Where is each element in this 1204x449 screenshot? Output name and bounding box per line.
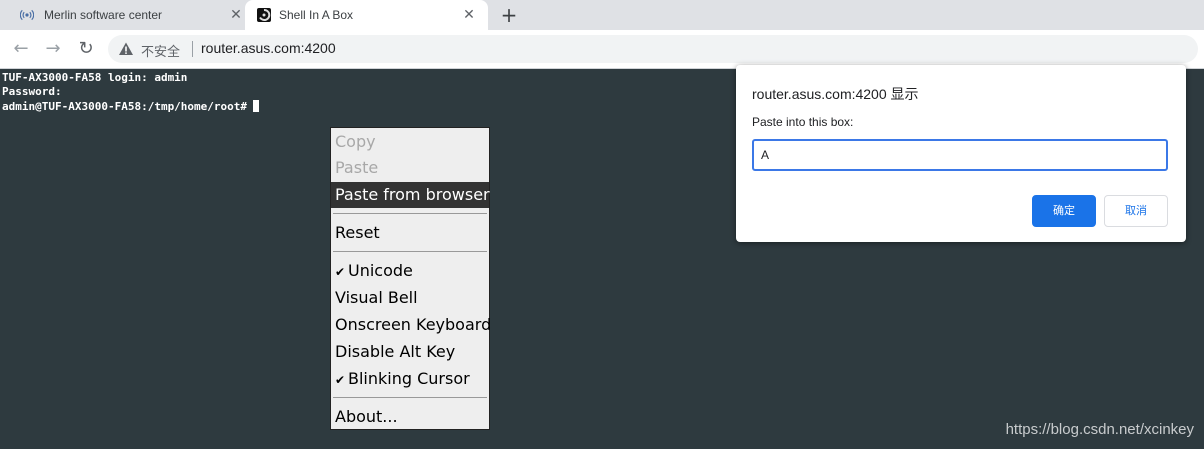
dialog-title: router.asus.com:4200 显示 bbox=[752, 86, 919, 102]
tab-merlin-software-center[interactable]: Merlin software center ✕ bbox=[10, 0, 245, 30]
text-cursor bbox=[253, 100, 260, 112]
wifi-broadcast-icon bbox=[20, 9, 34, 21]
close-icon[interactable]: ✕ bbox=[460, 5, 478, 23]
terminal-line: Password: bbox=[2, 85, 62, 98]
menu-item-label: Blinking Cursor bbox=[348, 369, 470, 388]
back-arrow-icon[interactable]: ← bbox=[10, 38, 32, 60]
close-icon[interactable]: ✕ bbox=[227, 5, 245, 23]
menu-divider bbox=[333, 213, 487, 214]
paste-input[interactable] bbox=[752, 139, 1168, 171]
shellinabox-icon bbox=[257, 8, 271, 22]
menu-item-blinking-cursor[interactable]: ✔ Blinking Cursor bbox=[331, 366, 489, 392]
menu-item-visual-bell[interactable]: Visual Bell bbox=[331, 285, 489, 311]
forward-arrow-icon[interactable]: → bbox=[42, 38, 64, 60]
cancel-button[interactable]: 取消 bbox=[1104, 195, 1168, 227]
context-menu: Copy Paste Paste from browser Reset ✔ Uni… bbox=[330, 127, 491, 430]
address-separator bbox=[192, 41, 193, 57]
reload-icon[interactable]: ↻ bbox=[75, 38, 97, 60]
tab-title: Shell In A Box bbox=[279, 8, 354, 22]
prompt-dialog: router.asus.com:4200 显示 Paste into this … bbox=[736, 65, 1186, 242]
security-status-label[interactable]: 不安全 bbox=[141, 41, 180, 60]
terminal-prompt-line: admin@TUF-AX3000-FA58:/tmp/home/root# bbox=[2, 100, 260, 114]
menu-item-unicode[interactable]: ✔ Unicode bbox=[331, 258, 489, 284]
menu-item-disable-alt-key[interactable]: Disable Alt Key bbox=[331, 339, 489, 365]
terminal-line: TUF-AX3000-FA58 login: admin bbox=[2, 71, 188, 84]
address-bar[interactable]: 不安全 router.asus.com:4200 bbox=[108, 35, 1198, 63]
menu-item-copy[interactable]: Copy bbox=[331, 129, 489, 155]
tab-shell-in-a-box[interactable]: Shell In A Box ✕ bbox=[245, 0, 488, 30]
watermark-text: https://blog.csdn.net/xcinkey bbox=[1005, 421, 1194, 438]
menu-item-onscreen-keyboard[interactable]: Onscreen Keyboard bbox=[331, 312, 491, 338]
menu-item-label: Unicode bbox=[348, 261, 413, 280]
menu-divider bbox=[333, 397, 487, 398]
menu-item-reset[interactable]: Reset bbox=[331, 220, 489, 246]
warning-triangle-icon bbox=[119, 42, 133, 55]
ok-button[interactable]: 确定 bbox=[1032, 195, 1096, 227]
checkmark-icon: ✔ bbox=[335, 265, 346, 279]
url-text[interactable]: router.asus.com:4200 bbox=[201, 40, 336, 56]
dialog-message: Paste into this box: bbox=[752, 115, 854, 129]
menu-divider bbox=[333, 251, 487, 252]
terminal-prompt: admin@TUF-AX3000-FA58:/tmp/home/root# bbox=[2, 100, 248, 113]
menu-item-paste-from-browser[interactable]: Paste from browser bbox=[331, 182, 490, 208]
new-tab-button[interactable]: + bbox=[498, 3, 520, 27]
menu-item-about[interactable]: About... bbox=[331, 404, 489, 430]
tab-title: Merlin software center bbox=[44, 8, 163, 22]
browser-toolbar: ← → ↻ 不安全 router.asus.com:4200 bbox=[0, 30, 1204, 69]
menu-item-paste[interactable]: Paste bbox=[331, 155, 489, 181]
checkmark-icon: ✔ bbox=[335, 373, 346, 387]
tab-strip: Merlin software center ✕ Shell In A Box … bbox=[0, 0, 1204, 30]
